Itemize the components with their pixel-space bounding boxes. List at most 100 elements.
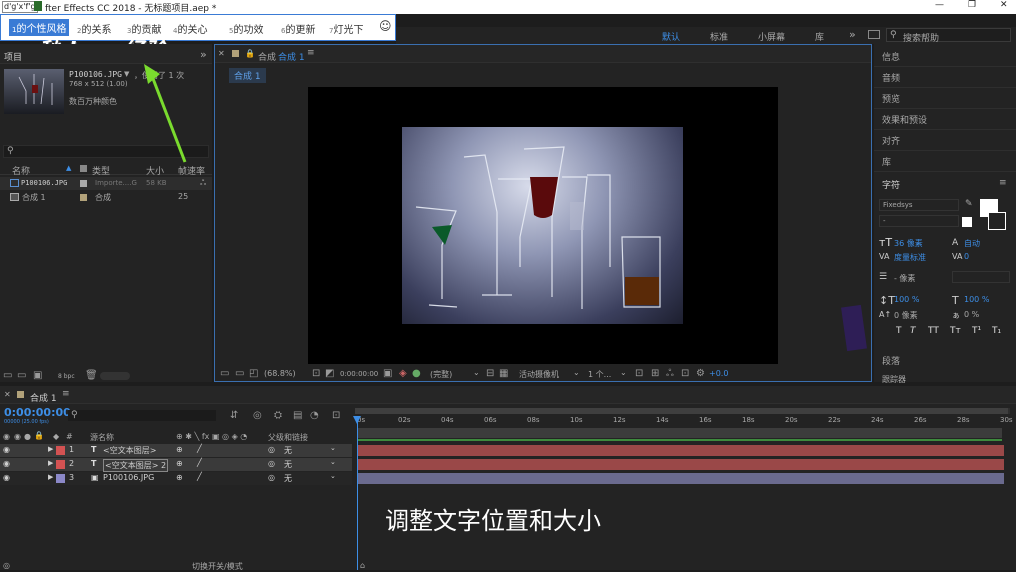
shy-icon[interactable]: ⛭ <box>274 411 282 421</box>
comp-viewer[interactable] <box>308 87 778 364</box>
draft-3d-icon[interactable]: ◎ <box>253 411 262 421</box>
close-button[interactable]: ✕ <box>1000 0 1008 10</box>
timeline-tab-name[interactable]: 合成 1 <box>30 391 57 404</box>
vertical-scale-value[interactable]: 100 % <box>894 295 919 304</box>
quality-switch-icon[interactable]: ╱ <box>197 458 202 467</box>
pickwhip-icon[interactable]: ◎ <box>268 473 275 482</box>
workspace-panel-icon[interactable] <box>868 30 880 39</box>
timeline-search-input[interactable]: ⚲ <box>68 410 216 421</box>
reset-exposure-icon[interactable]: ⚙ <box>696 369 705 379</box>
font-style-select[interactable]: - <box>879 215 959 227</box>
emoji-button[interactable]: ☺ <box>379 19 392 33</box>
file-dropdown-arrow[interactable]: ▼ <box>124 70 129 78</box>
timeline-track-area[interactable]: 0s 02s 04s 06s 08s 10s 12s 14s 16s 18s 20s 22s 24s 26… <box>353 406 1015 570</box>
right-panel-item[interactable]: 对齐 <box>882 134 900 147</box>
quality-switch-icon[interactable]: ╱ <box>197 444 202 453</box>
sort-arrow-icon[interactable]: ▲ <box>66 164 71 172</box>
comp-flowchart-icon[interactable]: ⇵ <box>230 411 238 421</box>
project-row[interactable]: P100106.JPG Importe....G 58 KB ஃ <box>0 177 212 190</box>
frame-blend-icon[interactable]: ▤ <box>293 411 302 421</box>
parent-select[interactable]: 无 <box>284 459 292 470</box>
tsume-value[interactable]: 0 % <box>964 310 979 319</box>
expand-triangle-icon[interactable]: ▶ <box>48 473 53 481</box>
timeline-timecode[interactable]: 0:00:00:00 <box>4 406 71 419</box>
audio-icon[interactable]: ◉ <box>14 432 21 441</box>
close-icon[interactable]: ✕ <box>218 49 225 58</box>
leading-value[interactable]: 自动 <box>964 238 980 249</box>
all-caps-button[interactable]: TT <box>928 326 939 336</box>
thumbnail-slider[interactable] <box>100 372 130 380</box>
layer-name[interactable]: <空文本图层> 2 <box>103 459 169 472</box>
layer-bar-1[interactable] <box>357 445 1004 456</box>
layer-row[interactable]: ◉ ▶ 3 ▣ P100106.JPG ⊕ ╱ ◎ 无 ⌄ <box>0 472 352 485</box>
comp-breadcrumb[interactable]: 合成 1 <box>229 68 266 83</box>
solo-icon[interactable]: ● <box>24 432 31 441</box>
playhead-line[interactable] <box>357 416 358 570</box>
motion-blur-icon[interactable]: ◔ <box>310 411 319 421</box>
white-swatch[interactable] <box>962 217 972 227</box>
horizontal-scale-value[interactable]: 100 % <box>964 295 989 304</box>
project-row[interactable]: 合成 1 合成 25 <box>0 191 212 204</box>
col-parent-link[interactable]: 父级和链接 <box>268 432 308 443</box>
zoom-level[interactable]: (68.8%) <box>264 369 296 378</box>
new-folder-icon[interactable]: ▭ <box>17 371 26 381</box>
chevron-down-icon[interactable]: ⌄ <box>620 368 627 377</box>
eyedropper-icon[interactable]: ✎ <box>965 199 973 209</box>
quality-switch-icon[interactable]: ╱ <box>197 472 202 481</box>
right-panel-item[interactable]: 效果和预设 <box>882 113 927 126</box>
tracker-panel-title[interactable]: 跟踪器 <box>882 374 906 385</box>
candidate-item-7[interactable]: 7灯光下 <box>329 21 363 36</box>
panel-more[interactable]: » <box>200 48 207 61</box>
mask-icon[interactable]: ◩ <box>325 369 334 379</box>
candidate-item-5[interactable]: 5的功效 <box>229 21 263 36</box>
tab-project[interactable]: 项目 <box>4 50 22 63</box>
workspace-default[interactable]: 默认 <box>662 30 680 43</box>
lock-icon[interactable]: 🔒 <box>245 49 255 58</box>
pickwhip-icon[interactable]: ◎ <box>268 445 275 454</box>
col-type[interactable]: 类型 <box>92 164 110 177</box>
comp-tab-label[interactable]: 合成 <box>258 50 276 63</box>
col-source-name[interactable]: 源名称 <box>90 432 114 443</box>
layer-name[interactable]: <空文本图层> <box>103 445 156 456</box>
bpc-label[interactable]: 8 bpc <box>58 373 75 380</box>
work-area-range[interactable] <box>355 408 1008 414</box>
fit-icon[interactable]: ⊡ <box>635 369 643 379</box>
faux-italic-button[interactable]: T <box>910 326 916 336</box>
chevron-down-icon[interactable]: ⌄ <box>330 472 336 480</box>
kerning-value[interactable]: 度量标准 <box>894 252 926 263</box>
layer-row[interactable]: ◉ ▶ 1 T <空文本图层> ⊕ ╱ ◎ 无 ⌄ <box>0 444 352 457</box>
grid-overlay-icon[interactable]: ⊡ <box>312 369 320 379</box>
parent-select[interactable]: 无 <box>284 473 292 484</box>
stroke-width-value[interactable]: - 像素 <box>894 273 915 284</box>
eye-icon[interactable]: ◉ <box>3 473 10 482</box>
faux-bold-button[interactable]: T <box>896 326 902 336</box>
camera-icon[interactable]: ▣ <box>383 369 392 379</box>
label-swatch[interactable] <box>56 474 65 483</box>
lock-icon[interactable]: 🔒 <box>34 431 44 440</box>
workspace-standard[interactable]: 标准 <box>710 30 728 43</box>
superscript-button[interactable]: T¹ <box>972 326 981 336</box>
label-swatch[interactable] <box>80 180 87 187</box>
view-options-icon[interactable]: ▭ <box>220 369 229 379</box>
label-col-icon[interactable] <box>80 165 87 172</box>
layer-row[interactable]: ◉ ▶ 2 T <空文本图层> 2 ⊕ ╱ ◎ 无 ⌄ <box>0 458 352 472</box>
pickwhip-icon[interactable]: ◎ <box>268 459 275 468</box>
views-select[interactable]: 1 个... <box>588 369 611 380</box>
right-panel-item[interactable]: 信息 <box>882 50 900 63</box>
color-channel-icon[interactable]: ◈ <box>399 369 407 379</box>
collapse-switch-icon[interactable]: ⊕ <box>176 473 183 482</box>
tab-menu-icon[interactable]: ≡ <box>62 389 70 399</box>
label-swatch[interactable] <box>56 446 65 455</box>
maximize-button[interactable]: ❐ <box>968 0 976 10</box>
grid-icon[interactable]: ▭ <box>235 369 244 379</box>
chevron-down-icon[interactable]: ⌄ <box>330 458 336 466</box>
right-panel-item[interactable]: 库 <box>882 155 891 168</box>
candidate-item-6[interactable]: 6的更新 <box>281 21 315 36</box>
chevron-down-icon[interactable]: ⌄ <box>473 368 480 377</box>
interpret-footage-icon[interactable]: ▭ <box>3 371 12 381</box>
resolution-select[interactable]: (完整) <box>430 369 452 380</box>
help-search-input[interactable]: ⚲ 搜索帮助 <box>886 28 1011 44</box>
layer-bar-3[interactable] <box>357 473 1004 484</box>
exposure-value[interactable]: +0.0 <box>709 369 728 378</box>
workspace-library[interactable]: 库 <box>815 30 824 43</box>
